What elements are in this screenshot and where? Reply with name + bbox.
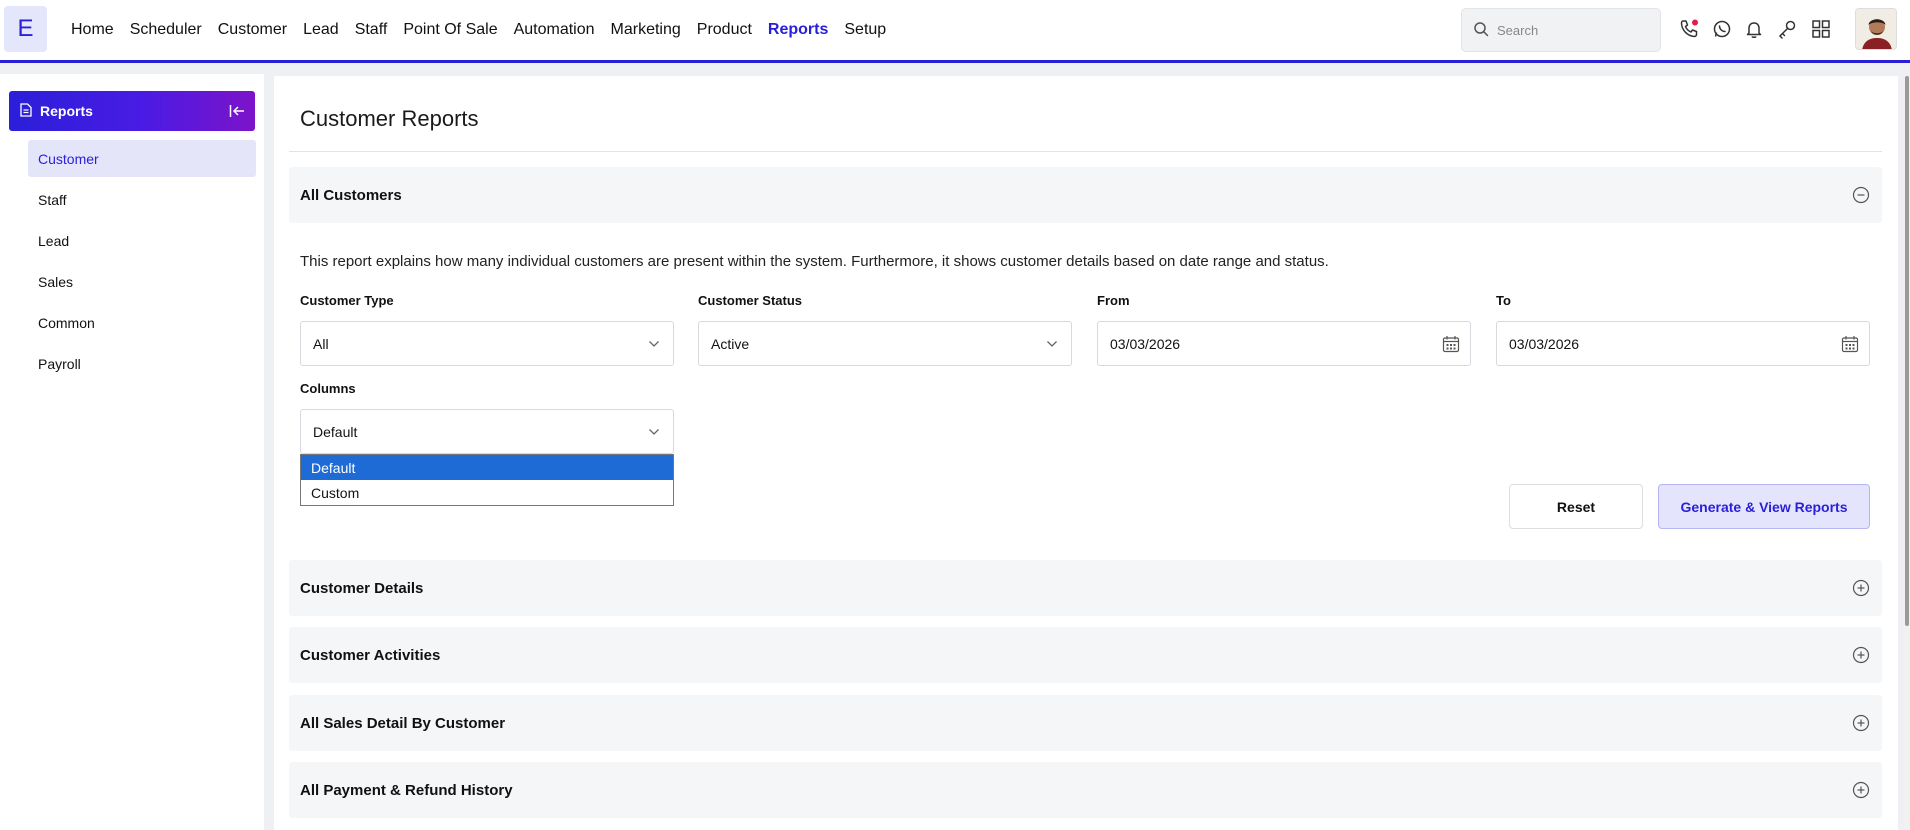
app-logo[interactable]: E <box>4 6 47 52</box>
calendar-icon[interactable] <box>1841 335 1859 353</box>
customer-status-label: Customer Status <box>698 293 803 308</box>
sidebar-item-sales[interactable]: Sales <box>28 263 256 300</box>
customer-type-value: All <box>313 335 329 352</box>
expand-plus-icon[interactable] <box>1852 714 1870 732</box>
sidebar-item-lead[interactable]: Lead <box>28 222 256 259</box>
apps-grid-icon[interactable] <box>1810 18 1832 40</box>
to-date-input[interactable]: 03/03/2026 <box>1496 321 1870 366</box>
nav-item-setup[interactable]: Setup <box>844 21 886 39</box>
scrollbar-thumb[interactable] <box>1905 76 1909 626</box>
nav-item-automation[interactable]: Automation <box>514 21 595 39</box>
top-navbar: E Home Scheduler Customer Lead Staff Poi… <box>0 0 1910 63</box>
section-title: All Payment & Refund History <box>300 781 513 799</box>
collapse-minus-icon[interactable] <box>1852 186 1870 204</box>
sidebar-item-staff[interactable]: Staff <box>28 181 256 218</box>
nav-item-customer[interactable]: Customer <box>218 21 287 39</box>
from-date-input[interactable]: 03/03/2026 <box>1097 321 1471 366</box>
nav-item-home[interactable]: Home <box>71 21 114 39</box>
page-title: Customer Reports <box>300 106 479 131</box>
expand-plus-icon[interactable] <box>1852 781 1870 799</box>
customer-status-value: Active <box>711 335 750 352</box>
sidebar-item-payroll[interactable]: Payroll <box>28 345 256 382</box>
generate-reports-button[interactable]: Generate & View Reports <box>1658 484 1870 529</box>
to-date-value: 03/03/2026 <box>1509 335 1580 352</box>
user-avatar[interactable] <box>1855 8 1897 50</box>
columns-dropdown-list: Default Custom <box>300 454 674 506</box>
from-date-value: 03/03/2026 <box>1110 335 1181 352</box>
columns-option-default[interactable]: Default <box>301 455 673 480</box>
sidebar-title: Reports <box>40 103 93 119</box>
columns-select[interactable]: Default <box>300 409 674 454</box>
main-content: Customer Reports All Customers This repo… <box>274 76 1898 830</box>
page-scrollbar[interactable] <box>1904 76 1910 830</box>
section-payment-refund-history[interactable]: All Payment & Refund History <box>289 762 1882 818</box>
search-icon <box>1473 21 1489 40</box>
sidebar: Reports Customer Staff Lead Sales Common… <box>0 74 264 830</box>
chevron-down-icon <box>645 423 663 441</box>
from-date-label: From <box>1097 293 1130 308</box>
section-customer-details[interactable]: Customer Details <box>289 560 1882 616</box>
chevron-down-icon <box>645 335 663 353</box>
report-file-icon <box>20 102 32 120</box>
whatsapp-icon[interactable] <box>1711 18 1733 40</box>
section-title: All Customers <box>300 186 402 204</box>
section-title: Customer Details <box>300 579 424 597</box>
sidebar-header: Reports <box>9 91 255 131</box>
section-all-customers[interactable]: All Customers <box>289 167 1882 223</box>
reset-button[interactable]: Reset <box>1509 484 1643 529</box>
search-box[interactable] <box>1461 8 1661 52</box>
columns-value: Default <box>313 423 358 440</box>
nav-item-scheduler[interactable]: Scheduler <box>130 21 202 39</box>
report-description: This report explains how many individual… <box>300 253 1329 270</box>
collapse-sidebar-icon[interactable] <box>227 101 247 121</box>
sidebar-item-customer[interactable]: Customer <box>28 140 256 177</box>
nav-item-staff[interactable]: Staff <box>355 21 388 39</box>
columns-label: Columns <box>300 381 356 396</box>
to-date-label: To <box>1496 293 1511 308</box>
title-divider <box>289 151 1882 152</box>
nav-item-reports[interactable]: Reports <box>768 21 828 39</box>
nav-item-marketing[interactable]: Marketing <box>611 21 681 39</box>
section-title: All Sales Detail By Customer <box>300 714 506 732</box>
expand-plus-icon[interactable] <box>1852 579 1870 597</box>
sidebar-item-common[interactable]: Common <box>28 304 256 341</box>
main-nav: Home Scheduler Customer Lead Staff Point… <box>63 0 894 60</box>
key-icon[interactable] <box>1776 18 1798 40</box>
chevron-down-icon <box>1043 335 1061 353</box>
phone-icon[interactable] <box>1678 18 1700 40</box>
search-input[interactable] <box>1497 22 1647 38</box>
bell-icon[interactable] <box>1743 18 1765 40</box>
calendar-icon[interactable] <box>1442 335 1460 353</box>
nav-item-point-of-sale[interactable]: Point Of Sale <box>403 21 497 39</box>
customer-type-label: Customer Type <box>300 293 394 308</box>
section-sales-detail-by-customer[interactable]: All Sales Detail By Customer <box>289 695 1882 751</box>
section-title: Customer Activities <box>300 646 441 664</box>
expand-plus-icon[interactable] <box>1852 646 1870 664</box>
customer-status-select[interactable]: Active <box>698 321 1072 366</box>
customer-type-select[interactable]: All <box>300 321 674 366</box>
nav-item-lead[interactable]: Lead <box>303 21 339 39</box>
columns-option-custom[interactable]: Custom <box>301 480 673 505</box>
nav-item-product[interactable]: Product <box>697 21 752 39</box>
section-customer-activities[interactable]: Customer Activities <box>289 627 1882 683</box>
